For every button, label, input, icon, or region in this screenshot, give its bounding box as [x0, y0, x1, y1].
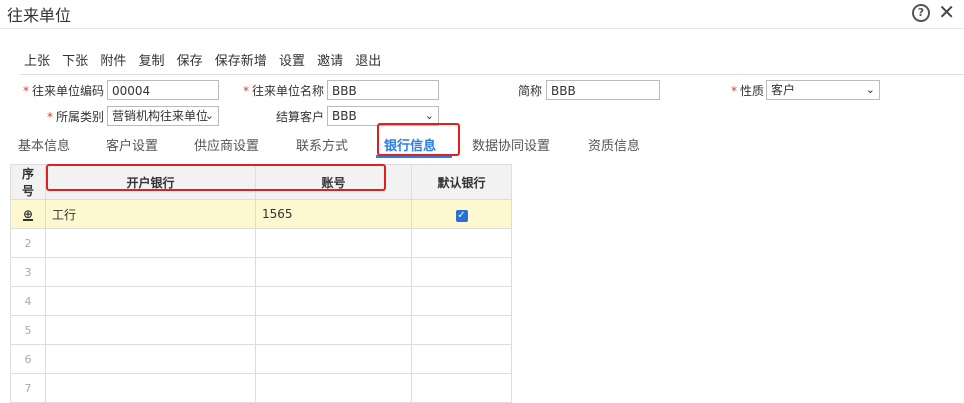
- bank-cell[interactable]: [45, 257, 256, 287]
- default-cell[interactable]: [411, 228, 512, 258]
- default-cell[interactable]: [411, 257, 512, 287]
- bank-cell[interactable]: [45, 228, 256, 258]
- row-number: 4: [10, 286, 46, 316]
- table-row[interactable]: 7: [10, 373, 512, 403]
- bank-cell[interactable]: [45, 344, 256, 374]
- table-row[interactable]: ⊕ 工行 1565 ✓: [10, 199, 512, 229]
- code-label: * 往来单位编码: [22, 84, 104, 98]
- highlight-box-bank-tab: [377, 123, 460, 156]
- nature-select[interactable]: 客户 ⌄: [766, 80, 880, 100]
- row-insert-cell[interactable]: ⊕: [10, 199, 46, 229]
- exit-button[interactable]: 退出: [355, 54, 381, 69]
- bank-table: 序号 开户银行 账号 默认银行 ⊕ 工行 1565 ✓ 2 3 4 5 6 7: [10, 164, 512, 403]
- toolbar: 上张 下张 附件 复制 保存 保存新增 设置 邀请 退出: [24, 50, 389, 69]
- name-label: * 往来单位名称: [242, 84, 324, 98]
- account-cell[interactable]: [255, 315, 412, 345]
- account-cell[interactable]: [255, 373, 412, 403]
- next-button[interactable]: 下张: [62, 54, 88, 69]
- row-number: 2: [10, 228, 46, 258]
- short-name-input[interactable]: BBB: [546, 80, 660, 100]
- account-cell[interactable]: 1565: [255, 199, 412, 229]
- help-icon[interactable]: ?: [912, 4, 930, 22]
- tab-supplier-settings[interactable]: 供应商设置: [194, 135, 259, 154]
- tab-basic-info[interactable]: 基本信息: [18, 135, 70, 154]
- default-cell[interactable]: [411, 286, 512, 316]
- bank-cell[interactable]: 工行: [45, 199, 256, 229]
- tab-data-sync-settings[interactable]: 数据协同设置: [472, 135, 550, 154]
- bank-cell[interactable]: [45, 373, 256, 403]
- table-row[interactable]: 4: [10, 286, 512, 316]
- nature-label: * 性质: [730, 84, 764, 98]
- account-cell[interactable]: [255, 286, 412, 316]
- row-number: 5: [10, 315, 46, 345]
- default-cell[interactable]: [411, 344, 512, 374]
- toolbar-divider: [20, 74, 964, 75]
- tab-contact[interactable]: 联系方式: [296, 135, 348, 154]
- row-number: 6: [10, 344, 46, 374]
- col-seq-header: 序号: [10, 164, 46, 200]
- close-icon[interactable]: ✕: [938, 0, 955, 24]
- row-number: 3: [10, 257, 46, 287]
- save-new-button[interactable]: 保存新增: [215, 54, 267, 69]
- default-cell[interactable]: [411, 315, 512, 345]
- category-label: * 所属类别: [46, 110, 104, 124]
- col-default-header: 默认银行: [411, 164, 512, 200]
- name-input[interactable]: BBB: [327, 80, 439, 100]
- invite-button[interactable]: 邀请: [317, 54, 343, 69]
- table-row[interactable]: 2: [10, 228, 512, 258]
- settle-customer-label: 结算客户: [275, 110, 324, 124]
- code-input[interactable]: 00004: [107, 80, 219, 100]
- bank-cell[interactable]: [45, 315, 256, 345]
- title-bar: 往来单位 ? ✕: [0, 0, 964, 29]
- table-row[interactable]: 3: [10, 257, 512, 287]
- tab-customer-settings[interactable]: 客户设置: [106, 135, 158, 154]
- category-select[interactable]: 营销机构往来单位 ⌄: [107, 106, 219, 126]
- highlight-box-headers: [46, 164, 386, 191]
- copy-button[interactable]: 复制: [138, 54, 164, 69]
- settings-button[interactable]: 设置: [279, 54, 305, 69]
- bank-cell[interactable]: [45, 286, 256, 316]
- account-cell[interactable]: [255, 228, 412, 258]
- default-cell[interactable]: ✓: [411, 199, 512, 229]
- default-cell[interactable]: [411, 373, 512, 403]
- account-cell[interactable]: [255, 257, 412, 287]
- table-row[interactable]: 5: [10, 315, 512, 345]
- default-bank-checkbox[interactable]: ✓: [455, 209, 468, 222]
- prev-button[interactable]: 上张: [24, 54, 50, 69]
- short-name-label: 简称: [517, 84, 542, 98]
- tab-qualification[interactable]: 资质信息: [588, 135, 640, 154]
- table-row[interactable]: 6: [10, 344, 512, 374]
- save-button[interactable]: 保存: [177, 54, 203, 69]
- window-title: 往来单位: [7, 6, 72, 25]
- row-number: 7: [10, 373, 46, 403]
- insert-row-icon[interactable]: ⊕: [22, 208, 34, 221]
- attachment-button[interactable]: 附件: [100, 54, 126, 69]
- account-cell[interactable]: [255, 344, 412, 374]
